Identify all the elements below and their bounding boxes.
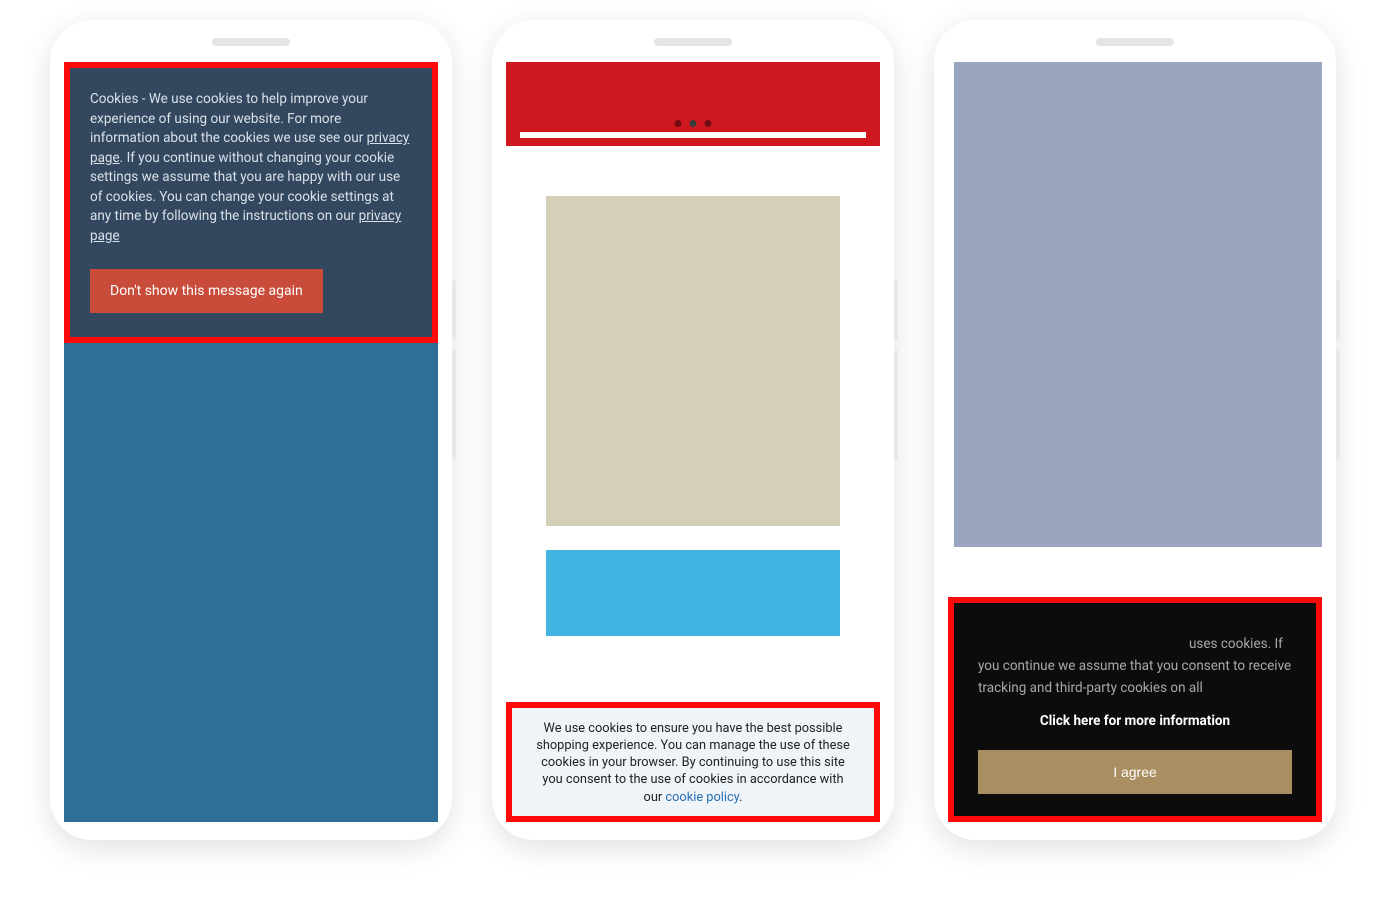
cookie-banner-text: We use cookies to ensure you have the be… [534,720,852,806]
phone-mockup-1: Cookies - We use cookies to help improve… [50,20,452,840]
more-information-link[interactable]: Click here for more information [978,710,1292,732]
content-block [546,550,840,636]
cookie-policy-link[interactable]: cookie policy [665,790,739,805]
cookie-text-segment: . [739,790,742,805]
header-underline [520,132,866,138]
phone-mockup-3: xxxxxxxxxxxxxxxxxxxxxxxxxxxxxxx uses coo… [934,20,1336,840]
site-header [506,62,880,146]
cookie-banner-top: Cookies - We use cookies to help improve… [64,62,438,343]
phone-speaker [654,38,732,46]
cookie-text-segment: Cookies - We use cookies to help improve… [90,91,368,146]
page-gap [948,547,1322,597]
carousel-dot[interactable] [705,120,712,127]
cookie-text-segment: . If you continue without changing your … [90,150,400,225]
phone-speaker [1096,38,1174,46]
phone-screen-3: xxxxxxxxxxxxxxxxxxxxxxxxxxxxxxx uses coo… [948,62,1322,822]
dismiss-cookie-button[interactable]: Don't show this message again [90,269,323,313]
phone-mockup-2: We use cookies to ensure you have the be… [492,20,894,840]
carousel-dot[interactable] [675,120,682,127]
cookie-banner-bottom: We use cookies to ensure you have the be… [506,702,880,822]
phone-screen-1: Cookies - We use cookies to help improve… [64,62,438,822]
carousel-dots[interactable] [675,120,712,127]
phone-screen-2: We use cookies to ensure you have the be… [506,62,880,822]
page-content-placeholder [64,343,438,822]
agree-button[interactable]: I agree [978,750,1292,794]
cookie-banner-bottom: xxxxxxxxxxxxxxxxxxxxxxxxxxxxxxx uses coo… [948,597,1322,822]
page-content-placeholder [954,62,1322,547]
content-block [546,196,840,526]
cookie-banner-text: Cookies - We use cookies to help improve… [90,90,412,247]
phone-speaker [212,38,290,46]
carousel-dot-active[interactable] [690,120,697,127]
cookie-text-segment: uses cookies. If you continue we assume … [978,636,1291,697]
